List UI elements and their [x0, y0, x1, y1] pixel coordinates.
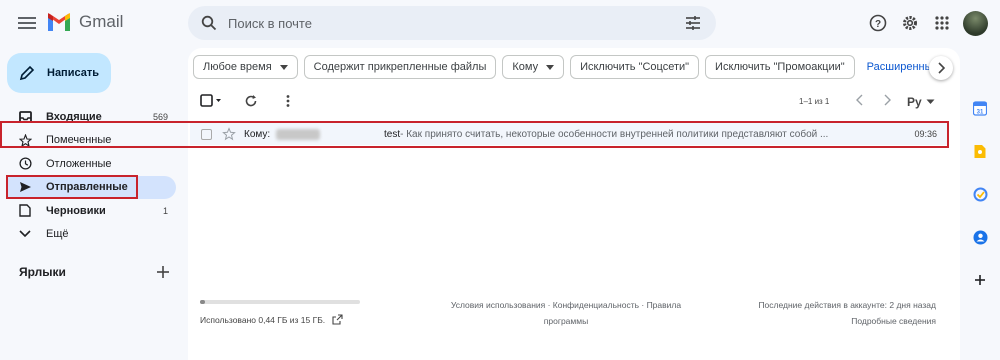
tasks-icon[interactable]	[972, 186, 988, 202]
add-addon-plus-icon[interactable]	[972, 272, 988, 288]
help-icon[interactable]: ?	[864, 9, 892, 37]
account-activity: Последние действия в аккаунте: 2 дня наз…	[736, 297, 936, 329]
sidebar-item-label: Черновики	[46, 204, 106, 217]
caret-down-icon	[279, 64, 288, 70]
account-avatar[interactable]	[963, 11, 988, 36]
search-filter-chips: Любое время Содержит прикрепленные файлы…	[193, 55, 933, 79]
message-highlight-box	[0, 121, 949, 148]
next-page-icon[interactable]	[883, 94, 891, 106]
caret-down-icon	[926, 99, 935, 104]
apps-grid-icon[interactable]	[928, 9, 956, 37]
last-activity-text: Последние действия в аккаунте: 2 дня наз…	[758, 300, 936, 310]
settings-gear-icon[interactable]	[896, 9, 924, 37]
draft-icon	[18, 204, 32, 218]
calendar-icon[interactable]: 31	[972, 100, 988, 116]
sidebar-item-snoozed[interactable]: Отложенные	[8, 152, 176, 176]
details-link[interactable]: Подробные сведения	[736, 313, 936, 329]
search-icon[interactable]	[192, 6, 226, 40]
chip-label: Содержит прикрепленные файлы	[313, 61, 487, 73]
sidebar-item-label: Отложенные	[46, 157, 112, 170]
advanced-search-link[interactable]: Расширенны	[867, 61, 933, 73]
storage-bar	[200, 300, 360, 304]
sidebar-item-drafts[interactable]: Черновики 1	[8, 199, 176, 223]
search-input[interactable]: Поиск в почте	[228, 16, 676, 31]
caret-down-icon	[546, 64, 555, 70]
chip-label: Исключить "Соцсети"	[580, 61, 690, 73]
search-bar[interactable]: Поиск в почте	[188, 6, 716, 40]
storage-info: Использовано 0,44 ГБ из 15 ГБ.	[200, 300, 370, 325]
terms-links[interactable]: Условия использования · Конфиденциальнос…	[441, 297, 691, 313]
compose-button[interactable]: Написать	[7, 53, 111, 93]
svg-text:31: 31	[977, 109, 984, 115]
pagination-text: 1–1 из 1	[799, 97, 830, 106]
external-link-icon[interactable]	[332, 314, 343, 325]
prev-page-icon[interactable]	[856, 94, 864, 106]
filter-chip-exclude-promotions[interactable]: Исключить "Промоакции"	[705, 55, 855, 79]
filter-chip-to[interactable]: Кому	[502, 55, 565, 79]
contacts-icon[interactable]	[972, 229, 988, 245]
pencil-icon	[19, 65, 35, 81]
refresh-icon[interactable]	[244, 94, 258, 108]
footer-links: Условия использования · Конфиденциальнос…	[441, 297, 691, 329]
clock-icon	[18, 157, 32, 171]
gmail-logo[interactable]: Gmail	[47, 12, 123, 32]
chip-label: Кому	[512, 61, 539, 73]
list-toolbar	[200, 94, 950, 112]
more-options-icon[interactable]	[286, 94, 290, 108]
select-all-checkbox[interactable]	[200, 94, 224, 108]
gmail-m-icon	[48, 12, 70, 31]
chip-label: Исключить "Промоакции"	[715, 61, 845, 73]
filter-chip-has-attachment[interactable]: Содержит прикрепленные файлы	[303, 55, 497, 79]
app-name: Gmail	[79, 12, 124, 31]
search-options-icon[interactable]	[676, 6, 710, 40]
compose-label: Написать	[47, 67, 99, 79]
keep-icon[interactable]	[972, 143, 988, 159]
storage-used-text: Использовано 0,44 ГБ из 15 ГБ.	[200, 314, 326, 325]
mail-list-panel: Любое время Содержит прикрепленные файлы…	[188, 48, 960, 360]
add-label-plus-icon[interactable]	[155, 264, 171, 280]
chevron-down-icon	[18, 227, 32, 241]
filter-chip-exclude-social[interactable]: Исключить "Соцсети"	[570, 55, 700, 79]
labels-heading: Ярлыки	[19, 265, 66, 279]
program-policies-link[interactable]: программы	[441, 313, 691, 329]
main-menu-icon[interactable]	[18, 14, 36, 32]
chips-scroll-right-icon[interactable]	[929, 56, 953, 80]
input-tools-button[interactable]: Ру	[907, 95, 935, 109]
side-panel-apps: 31	[972, 100, 992, 315]
svg-text:?: ?	[875, 19, 881, 30]
chip-label: Любое время	[203, 61, 272, 73]
sidebar-item-more[interactable]: Ещё	[8, 223, 176, 247]
input-tool-label: Ру	[907, 95, 922, 109]
sent-highlight-box	[6, 175, 138, 199]
filter-chip-any-time[interactable]: Любое время	[193, 55, 298, 79]
draft-count: 1	[162, 205, 168, 216]
sidebar-item-label: Ещё	[46, 228, 69, 241]
storage-bar-fill	[200, 300, 205, 304]
